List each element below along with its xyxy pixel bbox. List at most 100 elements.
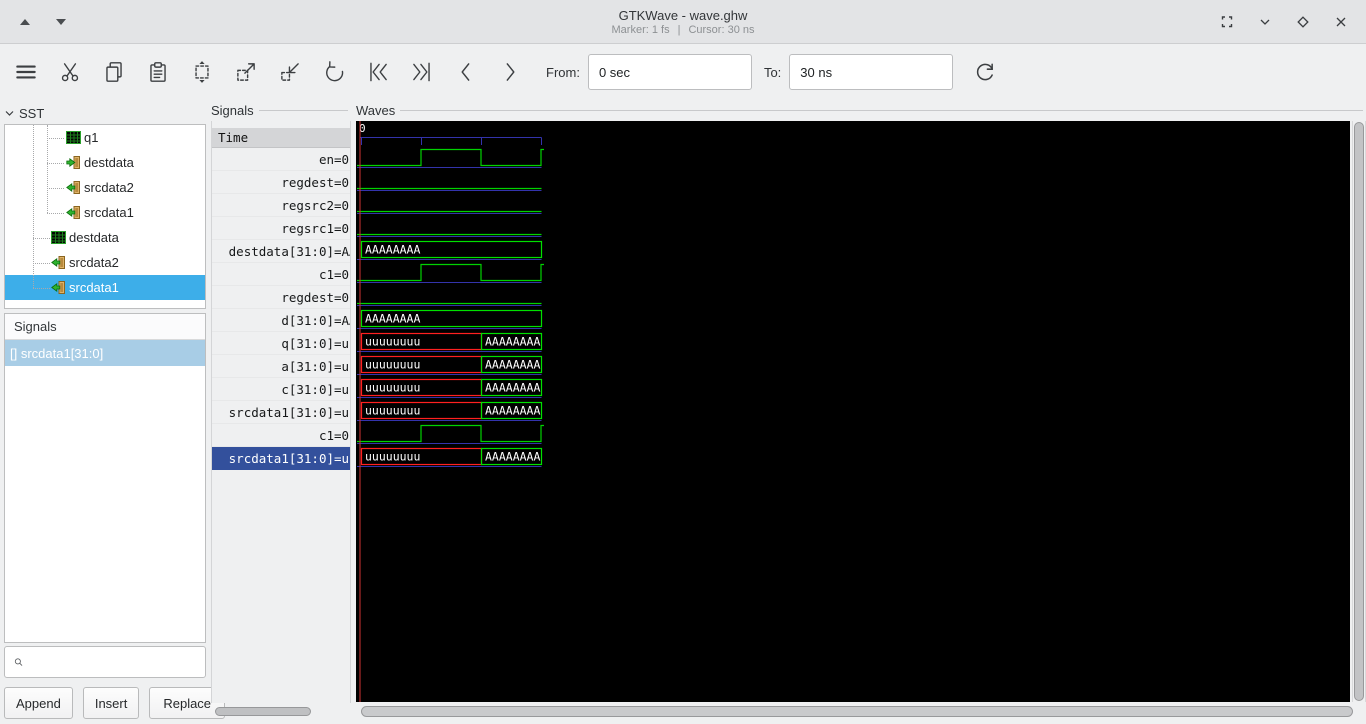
- signals-list-item[interactable]: [] srcdata1[31:0]: [5, 340, 205, 366]
- window-subtitle: Marker: 1 fs|Cursor: 30 ns: [608, 24, 759, 36]
- reload-button[interactable]: [963, 50, 1007, 94]
- next-edge-button[interactable]: [488, 50, 532, 94]
- scrollbar-thumb[interactable]: [215, 707, 311, 716]
- menu-button[interactable]: [4, 50, 48, 94]
- signal-row-c1[interactable]: c1 =0: [212, 424, 350, 447]
- tree-connector-line: [33, 288, 50, 289]
- signal-value: =0: [334, 221, 350, 236]
- tree-item-label: srcdata2: [84, 180, 134, 195]
- signal-search[interactable]: [4, 646, 206, 678]
- wave-canvas[interactable]: 0AAAAAAAAAAAAAAAAuuuuuuuuAAAAAAAAuuuuuuu…: [356, 121, 1350, 702]
- signal-value: =0: [334, 152, 350, 167]
- menu-icon: [13, 59, 39, 85]
- signal-row-regsrc1[interactable]: regsrc1 =0: [212, 217, 350, 240]
- copy-button[interactable]: [92, 50, 136, 94]
- undo-icon: [321, 59, 347, 85]
- signal-names-panel: Signals Time en =0regdest =0regsrc2 =0re…: [208, 100, 351, 724]
- wave-hscrollbar[interactable]: [359, 706, 1358, 718]
- svg-text:AAAAAAAA: AAAAAAAA: [485, 358, 540, 372]
- signals-frame-label: Signals: [211, 103, 254, 118]
- scrollbar-thumb[interactable]: [1354, 122, 1364, 701]
- tree-item-label: q1: [84, 130, 98, 145]
- waves-panel: Waves 0AAAAAAAAAAAAAAAAuuuuuuuuAAAAAAAAu…: [351, 100, 1366, 724]
- tree-item-label: srcdata1: [84, 205, 134, 220]
- paste-button[interactable]: [136, 50, 180, 94]
- sst-header[interactable]: SST: [4, 105, 206, 121]
- wave-display-icon: [51, 230, 66, 245]
- pan-up-icon[interactable]: [14, 13, 36, 31]
- prev-edge-button[interactable]: [444, 50, 488, 94]
- minimize-icon[interactable]: [1254, 11, 1276, 33]
- to-label: To:: [764, 65, 781, 80]
- signal-names-hscrollbar[interactable]: [213, 706, 349, 718]
- signal-row-en[interactable]: en =0: [212, 148, 350, 171]
- fullscreen-icon[interactable]: [1216, 11, 1238, 33]
- svg-text:AAAAAAAA: AAAAAAAA: [485, 381, 540, 395]
- signal-row-q[31:0][interactable]: q[31:0] =uuuuuuuu: [212, 332, 350, 355]
- zoom-in-button[interactable]: [268, 50, 312, 94]
- marker-status: Marker: 1 fs: [612, 24, 670, 36]
- sst-tree-item-destdata-4[interactable]: destdata: [5, 225, 205, 250]
- search-icon: [14, 655, 23, 669]
- to-input[interactable]: [789, 54, 953, 90]
- signal-value: =uuuuuuuu: [334, 382, 350, 397]
- zoom-out-button[interactable]: [224, 50, 268, 94]
- maximize-icon[interactable]: [1292, 11, 1314, 33]
- close-icon[interactable]: [1330, 11, 1352, 33]
- signal-name: regdest: [212, 175, 334, 190]
- wave-canvas-area[interactable]: 0AAAAAAAAAAAAAAAAuuuuuuuuAAAAAAAAuuuuuuu…: [356, 121, 1350, 702]
- sst-tree-item-srcdata1-6[interactable]: srcdata1: [5, 275, 205, 300]
- svg-text:AAAAAAAA: AAAAAAAA: [485, 404, 540, 418]
- signal-value: =uuuuuuuu: [334, 451, 350, 466]
- tree-connector-line: [47, 213, 64, 214]
- signal-row-regdest[interactable]: regdest =0: [212, 286, 350, 309]
- undo-button[interactable]: [312, 50, 356, 94]
- skip-to-end-icon: [409, 59, 435, 85]
- search-input[interactable]: [29, 647, 205, 677]
- signal-row-regdest[interactable]: regdest =0: [212, 171, 350, 194]
- cut-button[interactable]: [48, 50, 92, 94]
- signal-row-destdata[31:0][interactable]: destdata[31:0] =AAAAAAAA: [212, 240, 350, 263]
- sst-tree-item-q1-0[interactable]: q1: [5, 125, 205, 150]
- sst-tree-item-destdata-1[interactable]: destdata: [5, 150, 205, 175]
- pan-down-icon[interactable]: [50, 13, 72, 31]
- append-button[interactable]: Append: [4, 687, 73, 719]
- zoom-fit-button[interactable]: [180, 50, 224, 94]
- signal-value: =0: [334, 428, 350, 443]
- signal-row-srcdata1[31:0][interactable]: srcdata1[31:0] =uuuuuuuu: [212, 401, 350, 424]
- signal-name: en: [212, 152, 334, 167]
- tree-connector-line: [47, 138, 64, 139]
- sst-label: SST: [19, 106, 44, 121]
- reload-icon: [972, 59, 998, 85]
- signal-row-srcdata1[31:0][interactable]: srcdata1[31:0] =uuuuuuuu: [212, 447, 350, 470]
- signal-value: =AAAAAAAA: [334, 313, 350, 328]
- sst-tree[interactable]: q1destdatasrcdata2srcdata1destdatasrcdat…: [4, 124, 206, 309]
- insert-button[interactable]: Insert: [83, 687, 140, 719]
- signal-row-regsrc2[interactable]: regsrc2 =0: [212, 194, 350, 217]
- sst-tree-item-srcdata1-3[interactable]: srcdata1: [5, 200, 205, 225]
- time-header[interactable]: Time: [212, 128, 350, 148]
- skip-to-start-button[interactable]: [356, 50, 400, 94]
- wave-vscrollbar[interactable]: [1352, 121, 1366, 702]
- signal-rows[interactable]: Time en =0regdest =0regsrc2 =0regsrc1 =0…: [211, 121, 351, 703]
- sst-tree-item-srcdata2-2[interactable]: srcdata2: [5, 175, 205, 200]
- tree-connector-line: [47, 163, 64, 164]
- svg-text:uuuuuuuu: uuuuuuuu: [365, 450, 420, 464]
- scrollbar-thumb[interactable]: [361, 706, 1353, 717]
- signal-row-c[31:0][interactable]: c[31:0] =uuuuuuuu: [212, 378, 350, 401]
- svg-text:uuuuuuuu: uuuuuuuu: [365, 358, 420, 372]
- signal-row-a[31:0][interactable]: a[31:0] =uuuuuuuu: [212, 355, 350, 378]
- from-input[interactable]: [588, 54, 752, 90]
- signal-rows-list: en =0regdest =0regsrc2 =0regsrc1 =0destd…: [212, 148, 350, 470]
- cut-icon: [57, 59, 83, 85]
- signals-listbox: Signals [] srcdata1[31:0]: [4, 313, 206, 643]
- skip-to-end-button[interactable]: [400, 50, 444, 94]
- signal-row-d[31:0][interactable]: d[31:0] =AAAAAAAA: [212, 309, 350, 332]
- signal-row-c1[interactable]: c1 =0: [212, 263, 350, 286]
- toolbar: From: To:: [0, 44, 1366, 100]
- sst-tree-item-srcdata2-5[interactable]: srcdata2: [5, 250, 205, 275]
- signal-name: destdata[31:0]: [212, 244, 334, 259]
- tree-connector-line: [33, 125, 34, 288]
- svg-text:uuuuuuuu: uuuuuuuu: [365, 335, 420, 349]
- signal-value: =0: [334, 198, 350, 213]
